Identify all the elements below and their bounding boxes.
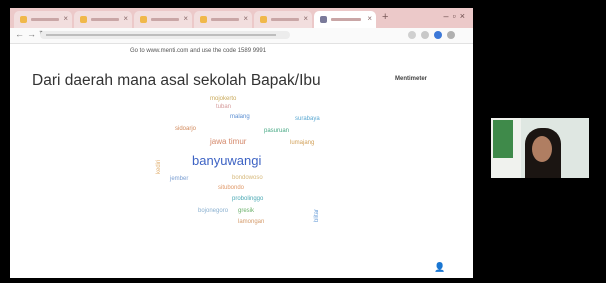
cloud-word: lamongan bbox=[238, 219, 265, 225]
mentimeter-logo: Mentimeter bbox=[395, 76, 428, 82]
cloud-word: gresik bbox=[238, 208, 255, 214]
cloud-word-vertical: blitar bbox=[314, 208, 320, 222]
tab-close-icon[interactable]: × bbox=[183, 14, 188, 23]
tab-favicon-icon bbox=[140, 16, 147, 23]
tab-favicon-icon bbox=[20, 16, 27, 23]
browser-tab[interactable]: × bbox=[14, 11, 72, 28]
cloud-word: probolinggo bbox=[232, 196, 264, 202]
profile-icon[interactable] bbox=[434, 31, 442, 39]
cloud-word: jawa timur bbox=[210, 137, 247, 146]
participant-video[interactable] bbox=[491, 118, 589, 178]
mentimeter-slide: Go to www.menti.com and use the code 158… bbox=[10, 44, 473, 278]
tab-title bbox=[91, 18, 119, 21]
tab-favicon-icon bbox=[260, 16, 267, 23]
tab-title bbox=[331, 18, 361, 21]
tab-title bbox=[31, 18, 59, 21]
menu-icon[interactable] bbox=[447, 31, 455, 39]
browser-tab[interactable]: × bbox=[134, 11, 192, 28]
tab-favicon-icon bbox=[320, 16, 327, 23]
browser-tab-active[interactable]: × bbox=[314, 11, 376, 28]
cloud-word: situbondo bbox=[218, 185, 245, 191]
cloud-word: jember bbox=[170, 176, 189, 182]
url-field[interactable] bbox=[40, 31, 290, 39]
browser-tab[interactable]: × bbox=[254, 11, 312, 28]
tab-close-icon[interactable]: × bbox=[367, 14, 372, 23]
new-tab-icon[interactable]: + bbox=[382, 11, 388, 23]
join-instruction: Go to www.menti.com and use the code 158… bbox=[130, 48, 267, 54]
cloud-word: bondowoso bbox=[232, 175, 263, 181]
extension-icon[interactable] bbox=[421, 31, 429, 39]
slide-question: Dari daerah mana asal sekolah Bapak/Ibu bbox=[32, 72, 321, 89]
cloud-word: lumajang bbox=[290, 140, 315, 146]
tab-title bbox=[271, 18, 299, 21]
tab-close-icon[interactable]: × bbox=[123, 14, 128, 23]
cloud-word: sidoarjo bbox=[175, 126, 197, 132]
background-plant bbox=[493, 120, 513, 158]
tab-close-icon[interactable]: × bbox=[63, 14, 68, 23]
cloud-word: mojokerto bbox=[210, 96, 237, 102]
tab-close-icon[interactable]: × bbox=[243, 14, 248, 23]
cloud-word: banyuwangi bbox=[192, 153, 262, 168]
cloud-word: tuban bbox=[216, 104, 232, 110]
cloud-word: bojonegoro bbox=[198, 208, 229, 214]
browser-tab[interactable]: × bbox=[194, 11, 252, 28]
participant-count-icon: 👤 bbox=[434, 262, 446, 272]
tab-close-icon[interactable]: × bbox=[303, 14, 308, 23]
participant-face bbox=[532, 136, 552, 162]
cloud-word: surabaya bbox=[295, 116, 320, 122]
cloud-word: malang bbox=[230, 114, 250, 120]
tab-title bbox=[151, 18, 179, 21]
tab-favicon-icon bbox=[80, 16, 87, 23]
tab-favicon-icon bbox=[200, 16, 207, 23]
url-text bbox=[46, 34, 276, 36]
tab-title bbox=[211, 18, 239, 21]
window-controls[interactable]: –▫× bbox=[444, 11, 469, 21]
browser-tab[interactable]: × bbox=[74, 11, 132, 28]
cloud-word-vertical: kediri bbox=[156, 159, 162, 174]
address-bar-row: ←→↻ bbox=[10, 28, 473, 44]
extension-icon[interactable] bbox=[408, 31, 416, 39]
cloud-word: pasuruan bbox=[264, 128, 290, 134]
shared-screen: × × × × × × + –▫× ←→↻ Go to www.menti.co… bbox=[10, 8, 473, 278]
browser-tab-bar: × × × × × × + –▫× bbox=[10, 8, 473, 28]
